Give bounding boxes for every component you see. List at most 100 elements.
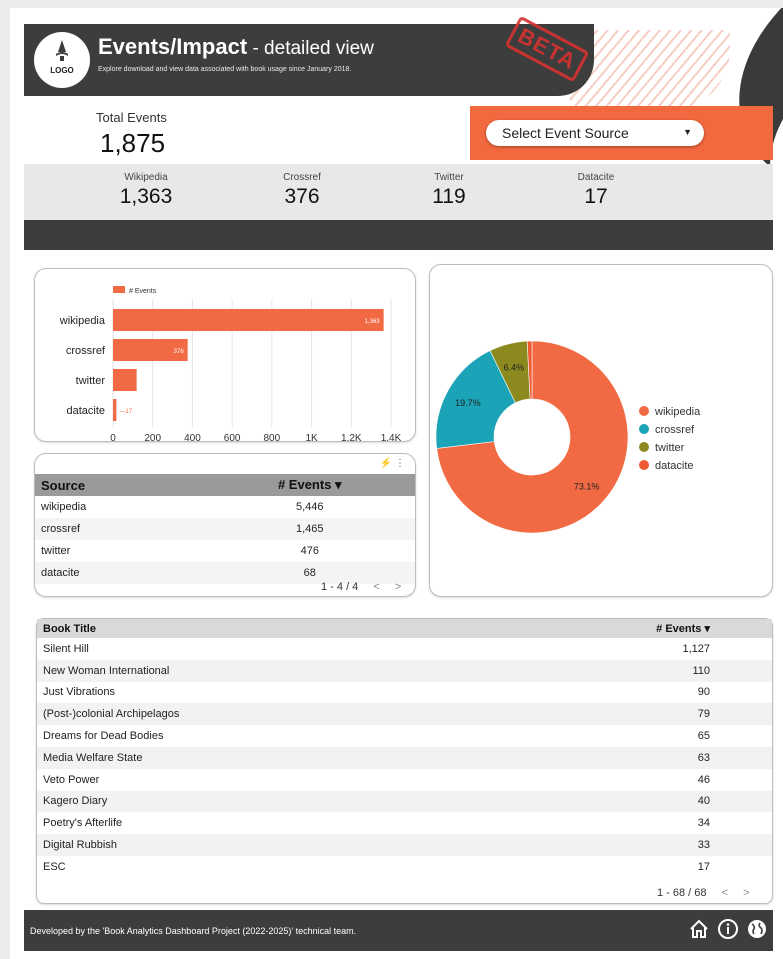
page-title-suffix: - detailed view <box>247 38 374 59</box>
logo-label: LOGO <box>50 66 74 75</box>
table-row[interactable]: New Woman International 110 <box>37 659 772 682</box>
cell-source: wikipedia <box>41 501 87 513</box>
bar-data-label: —17 <box>119 409 132 415</box>
legend-swatch <box>639 406 649 416</box>
next-page-button[interactable]: > <box>743 887 749 899</box>
next-page-button[interactable]: > <box>395 581 401 593</box>
bar-data-label: 119 <box>140 379 150 385</box>
column-header-source[interactable]: Source <box>35 474 205 496</box>
x-tick-label: 400 <box>184 433 201 443</box>
table-row[interactable]: twitter 476 <box>35 540 415 562</box>
cell-source: datacite <box>35 562 205 584</box>
scorecard-label: Datacite <box>577 172 615 183</box>
info-icon[interactable] <box>717 918 739 940</box>
total-events-value: 1,875 <box>100 128 166 158</box>
pie-chart-card: 73.1% 19.7% 6.4% wikipedia crossref twitter da… <box>429 264 773 597</box>
table-row[interactable]: Dreams for Dead Bodies 65 <box>37 725 772 747</box>
section-divider-band <box>24 220 773 250</box>
footer-credit: Developed by the 'Book Analytics Dashboa… <box>30 926 357 936</box>
total-events-label: Total Events <box>96 110 167 125</box>
x-tick-label: 600 <box>224 433 241 443</box>
cell-events: 63 <box>433 746 772 769</box>
table-toolbar-icons[interactable]: ⚡ ⋮ <box>380 458 405 469</box>
cell-events: 34 <box>697 817 710 830</box>
cell-events: 46 <box>697 773 710 786</box>
table-row[interactable]: (Post-)colonial Archipelagos 79 <box>37 703 772 726</box>
globe-icon[interactable] <box>746 918 768 940</box>
slice-label: 19.7% <box>455 398 481 408</box>
cell-book-title: Dreams for Dead Bodies <box>43 730 164 743</box>
cell-events: 1,127 <box>682 642 710 655</box>
column-header-book-title[interactable]: Book Title <box>37 619 434 638</box>
bar <box>113 399 117 421</box>
pager-range: 1 - 68 / 68 <box>657 887 707 899</box>
decorative-stripes <box>570 30 730 110</box>
table-row[interactable]: Veto Power 46 <box>37 769 772 791</box>
legend-label: crossref <box>655 424 695 436</box>
event-source-select-label: Select Event Source <box>502 125 629 141</box>
category-label: crossref <box>66 345 106 357</box>
pager-range: 1 - 4 / 4 <box>321 581 359 593</box>
legend-label: wikipedia <box>654 406 701 418</box>
source-table-card: ⚡ ⋮ Source # Events ▾ wikipedia 5,446 cro… <box>34 453 416 597</box>
legend-swatch <box>639 442 649 452</box>
cell-book-title: (Post-)colonial Archipelagos <box>37 703 434 726</box>
cell-book-title: New Woman International <box>37 659 434 682</box>
cell-events: 40 <box>433 790 772 813</box>
scorecard-wikipedia: Wikipedia 1,363 <box>86 172 206 209</box>
x-tick-label: 800 <box>264 433 281 443</box>
scorecard-crossref: Crossref 376 <box>242 172 362 209</box>
scorecard-label: Wikipedia <box>124 172 168 183</box>
cell-book-title: Veto Power <box>43 773 100 786</box>
x-tick-label: 1.2K <box>341 433 362 443</box>
table-row[interactable]: ESC 17 <box>37 856 772 878</box>
table-row[interactable]: wikipedia 5,446 <box>35 496 415 518</box>
x-tick-label: 200 <box>144 433 161 443</box>
scorecard-label: Twitter <box>434 172 464 183</box>
prev-page-button[interactable]: < <box>373 581 379 593</box>
bar <box>113 369 137 391</box>
prev-page-button[interactable]: < <box>722 887 728 899</box>
page-title-main: Events/Impact <box>98 34 248 59</box>
legend-label: datacite <box>655 460 694 472</box>
logo: LOGO <box>34 32 90 88</box>
book-table-pager: 1 - 68 / 68 < > <box>657 887 750 899</box>
cell-book-title: Poetry's Afterlife <box>43 817 123 830</box>
cell-events: 79 <box>433 703 772 726</box>
table-row[interactable]: Media Welfare State 63 <box>37 746 772 769</box>
table-row[interactable]: Just Vibrations 90 <box>37 682 772 704</box>
book-table-card: Book Title # Events ▾ Silent Hill 1,127 Ne… <box>36 618 773 904</box>
events-donut-chart: 73.1% 19.7% 6.4% wikipedia crossref twitter da… <box>435 340 701 534</box>
table-row[interactable]: Poetry's Afterlife 34 <box>37 812 772 834</box>
legend-swatch <box>113 286 125 293</box>
cell-events: 33 <box>433 834 772 856</box>
home-icon[interactable] <box>688 918 710 940</box>
table-row[interactable]: Kagero Diary 40 <box>37 790 772 813</box>
cell-events: 90 <box>697 686 710 699</box>
cell-book-title: Silent Hill <box>43 642 89 655</box>
cell-source: twitter <box>41 545 71 557</box>
cell-events: 5,446 <box>296 501 324 513</box>
x-tick-label: 1K <box>305 433 318 443</box>
source-table: Source # Events ▾ wikipedia 5,446 crossre… <box>35 474 415 584</box>
scorecard-value: 17 <box>584 185 608 208</box>
legend-label: twitter <box>655 442 685 454</box>
page-subtitle: Explore download and view data associate… <box>98 66 352 73</box>
beta-stamp: BETA <box>504 15 590 83</box>
source-table-pager: 1 - 4 / 4 < > <box>321 581 401 593</box>
column-header-events[interactable]: # Events ▾ <box>204 474 415 496</box>
legend-label: # Events <box>129 288 157 295</box>
table-row[interactable]: Digital Rubbish 33 <box>37 834 772 856</box>
cell-events: 1,465 <box>204 518 415 540</box>
table-row[interactable]: crossref 1,465 <box>35 518 415 540</box>
cell-source: crossref <box>35 518 205 540</box>
bar <box>113 309 384 331</box>
category-label: twitter <box>76 375 106 387</box>
x-tick-label: 1.4K <box>381 433 402 443</box>
column-header-events[interactable]: # Events ▾ <box>433 619 772 638</box>
cell-book-title: Digital Rubbish <box>37 834 434 856</box>
cell-events: 65 <box>697 730 710 743</box>
cell-events: 476 <box>300 545 319 557</box>
event-source-select[interactable]: Select Event Source ▼ <box>486 120 704 146</box>
table-row[interactable]: Silent Hill 1,127 <box>37 638 772 660</box>
